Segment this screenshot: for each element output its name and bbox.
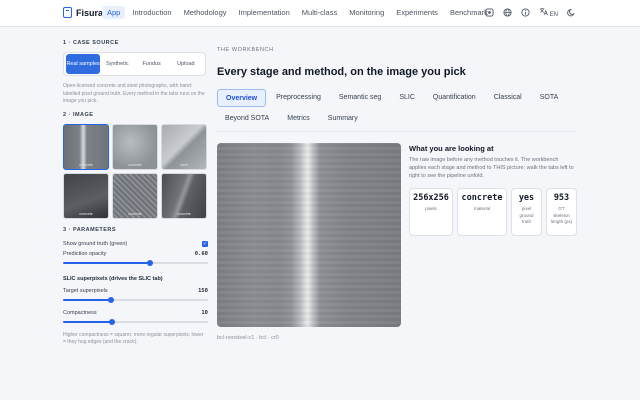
opacity-label: Prediction opacity (63, 250, 107, 257)
stat-card-ground-truth: yes pixel ground truth (511, 188, 542, 236)
compactness-row: Compactness 10 (63, 310, 208, 316)
slider-handle[interactable] (109, 318, 116, 325)
superpixels-label: Target superpixels (63, 287, 108, 294)
tab-sota[interactable]: SOTA (532, 89, 567, 107)
stat-value: yes (518, 193, 535, 203)
stat-label: pixel ground truth (519, 206, 534, 224)
sidebar: 1 · CASE SOURCE Real samples Synthetic F… (63, 40, 208, 346)
app-name: Fisura (76, 7, 104, 18)
case-source-description: Open-licensed concrete and steel photogr… (63, 83, 205, 104)
nav-introduction[interactable]: Introduction (127, 6, 176, 19)
workbench-tabs: Overview Preprocessing Semantic seg SLIC… (217, 89, 577, 131)
page-title: Every stage and method, on the image you… (217, 66, 466, 78)
thumbnail-label: steel (180, 162, 188, 167)
nav-icons: EN (476, 7, 576, 20)
slic-section-title: SLIC superpixels (drives the SLIC tab) (63, 275, 163, 282)
slider-handle[interactable] (107, 296, 114, 303)
tab-metrics[interactable]: Metrics (279, 110, 318, 128)
tabs-divider (217, 131, 577, 132)
source-fundus-button[interactable]: Fundus (135, 54, 169, 74)
section-eyebrow: THE WORKBENCH (217, 47, 274, 53)
stat-card-skeleton-length: 953 GT skeleton length (px) (546, 188, 577, 236)
image-thumbnail[interactable]: concrete (63, 172, 109, 219)
language-label: EN (549, 12, 558, 18)
thumbnail-label: concrete (128, 162, 142, 167)
image-thumbnail[interactable]: concrete (63, 123, 109, 170)
info-icon[interactable] (521, 7, 530, 20)
nav-experiments[interactable]: Experiments (391, 6, 443, 19)
superpixels-row: Target superpixels 150 (63, 288, 208, 294)
image-stats: 256x256 pixels concrete material yes pix… (409, 188, 581, 236)
nav-multi-class[interactable]: Multi-class (297, 6, 342, 19)
nav-app[interactable]: App (102, 6, 126, 19)
tab-quantification[interactable]: Quantification (425, 89, 484, 107)
globe-icon[interactable] (503, 7, 512, 20)
compactness-slider[interactable] (63, 318, 208, 325)
compactness-label: Compactness (63, 309, 97, 316)
stat-label: material (473, 206, 490, 211)
thumbnail-label: concrete (79, 211, 93, 216)
logo-icon (63, 7, 72, 18)
image-viewer (217, 143, 401, 327)
source-synthetic-button[interactable]: Synthetic (100, 54, 134, 74)
main-nav: App Introduction Methodology Implementat… (102, 6, 495, 19)
tab-overview[interactable]: Overview (217, 89, 267, 107)
parameters-title: 3 · PARAMETERS (63, 226, 117, 233)
translate-icon (539, 7, 548, 16)
tab-summary[interactable]: Summary (320, 110, 366, 128)
app-logo[interactable]: Fisura (63, 7, 103, 18)
language-switcher[interactable]: EN (539, 7, 558, 20)
superpixels-slider[interactable] (63, 296, 208, 303)
image-thumbnail[interactable]: concrete (112, 123, 158, 170)
dark-mode-icon[interactable] (567, 8, 576, 20)
tab-beyond-sota[interactable]: Beyond SOTA (217, 110, 277, 128)
image-section-title: 2 · IMAGE (63, 111, 94, 118)
image-thumbnail[interactable]: concrete (112, 172, 158, 219)
show-ground-truth-label: Show ground truth (green) (63, 240, 128, 247)
compactness-help: Higher compactness = squarer, more regul… (63, 331, 204, 345)
opacity-value: 0.60 (194, 250, 208, 257)
tab-semantic-seg[interactable]: Semantic seg (331, 89, 389, 107)
source-real-samples-button[interactable]: Real samples (66, 54, 101, 74)
opacity-slider[interactable] (63, 259, 208, 266)
tab-slic[interactable]: SLIC (391, 89, 423, 107)
slider-handle[interactable] (147, 259, 153, 266)
stat-value: 256x256 (413, 193, 449, 203)
tab-preprocessing[interactable]: Preprocessing (268, 89, 329, 107)
nav-methodology[interactable]: Methodology (179, 6, 232, 19)
github-icon[interactable] (485, 7, 494, 20)
source-upload-button[interactable]: Upload (169, 54, 203, 74)
info-description: The raw image before any method touches … (409, 157, 574, 179)
image-thumbnail[interactable]: steel (161, 123, 207, 170)
thumbnail-label: concrete (79, 162, 93, 167)
stat-label: GT skeleton length (px) (550, 206, 573, 224)
image-texture (217, 143, 401, 327)
thumbnail-label: concrete (128, 211, 142, 216)
tab-classical[interactable]: Classical (486, 89, 530, 107)
stat-card-pixels: 256x256 pixels (409, 188, 453, 236)
opacity-row: Prediction opacity 0.60 (63, 251, 208, 257)
superpixels-value: 150 (198, 287, 208, 294)
image-thumbnail[interactable]: concrete (161, 172, 207, 219)
stat-value: concrete (461, 193, 503, 203)
nav-monitoring[interactable]: Monitoring (344, 6, 389, 19)
nav-implementation[interactable]: Implementation (234, 6, 295, 19)
top-nav-bar: Fisura App Introduction Methodology Impl… (0, 0, 640, 27)
compactness-value: 10 (201, 309, 208, 316)
show-ground-truth-checkbox[interactable]: ✓ (202, 240, 208, 247)
case-source-title: 1 · CASE SOURCE (63, 40, 119, 46)
case-source-selector: Real samples Synthetic Fundus Upload (63, 52, 206, 76)
stat-card-material: concrete material (457, 188, 507, 236)
image-caption: bcl-nonsteel-c1 · bcl · cr0 (217, 335, 279, 341)
stat-value: 953 (553, 193, 570, 203)
image-thumbnail-grid: concrete concrete steel concrete concret… (63, 123, 208, 219)
info-title: What you are looking at (409, 144, 494, 153)
stat-label: pixels (425, 206, 437, 211)
show-ground-truth-row: Show ground truth (green) ✓ (63, 240, 208, 247)
thumbnail-label: concrete (177, 211, 191, 216)
